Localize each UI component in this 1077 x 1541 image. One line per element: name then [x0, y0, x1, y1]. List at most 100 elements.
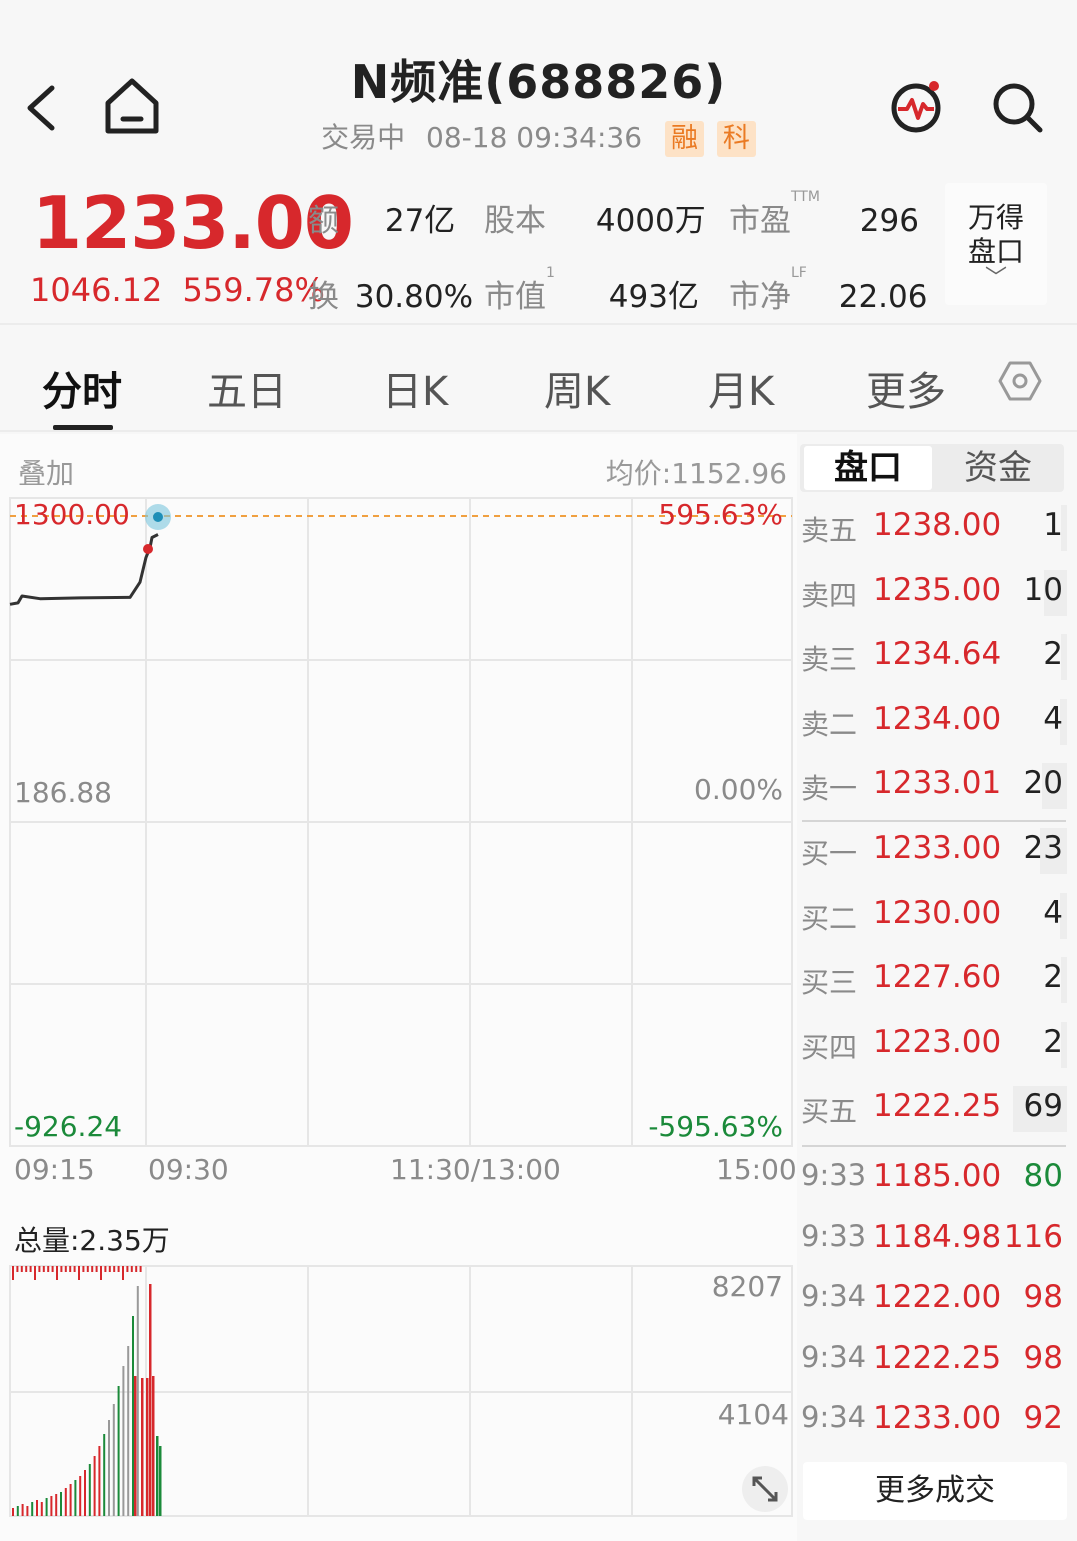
bid-level[interactable]: 买三 1227.60 2 [797, 949, 1073, 1013]
status-datetime: 08-18 09:34:36 [426, 121, 643, 154]
volume-bar [122, 1366, 125, 1516]
margin-tag: 融 [664, 121, 704, 157]
volume-bar [156, 1436, 159, 1516]
time-label-open: 09:30 [148, 1153, 229, 1186]
level-price: 1234.64 [873, 636, 1002, 672]
panel-tab-switch: 盘口 资金 [800, 444, 1064, 492]
volume-bar [84, 1470, 86, 1516]
y-axis-mid-percent: 0.00% [694, 773, 783, 806]
trade-quantity: 80 [1023, 1158, 1063, 1194]
auction-volume-mark [104, 1266, 107, 1272]
avg-price-dot [143, 544, 153, 554]
tab-monthly-k[interactable]: 月K [708, 359, 774, 417]
stat-value: 4000万 [595, 203, 706, 239]
bid-level[interactable]: 买二 1230.00 4 [797, 885, 1073, 949]
volume-bar [132, 1316, 134, 1516]
level-label: 买一 [801, 837, 858, 870]
trade-time: 9:33 [801, 1218, 867, 1253]
change-amount: 1046.12 [30, 271, 163, 309]
wind-orderbook-button[interactable]: 万得 盘口 ﹀ [945, 183, 1047, 305]
auction-volume-mark [108, 1266, 111, 1272]
ask-level[interactable]: 卖一 1233.01 20 [797, 755, 1073, 819]
y-axis-bottom-price: -926.24 [14, 1110, 123, 1143]
volume-bar [108, 1420, 110, 1516]
volume-bar [103, 1434, 106, 1516]
auction-volume-mark [16, 1266, 19, 1272]
stat-value: 493亿 [608, 279, 699, 315]
bid-level[interactable]: 买一 1233.00 23 [797, 820, 1073, 884]
auction-volume-mark [29, 1266, 32, 1272]
auction-volume-mark [95, 1266, 98, 1272]
auction-volume-mark [122, 1266, 124, 1280]
tab-daily-k[interactable]: 日K [382, 359, 448, 417]
overlay-button[interactable]: 叠加 [18, 452, 74, 492]
volume-bar [26, 1506, 29, 1516]
volume-bar [136, 1286, 139, 1516]
volume-bar [134, 1376, 137, 1516]
auction-volume-mark [117, 1266, 120, 1272]
level-quantity: 4 [1043, 700, 1063, 737]
volume-bar [93, 1456, 96, 1516]
auction-volume-mark [69, 1266, 72, 1272]
quote-summary: 1233.00 1046.12 559.78% 额 27亿 股本 4000万 市… [0, 175, 1077, 325]
trade-quantity: 92 [1023, 1400, 1063, 1436]
bid-level[interactable]: 买五 1222.25 69 [797, 1078, 1073, 1142]
wind-label-2: 盘口 [967, 235, 1024, 268]
volume-bar [16, 1506, 19, 1516]
volume-bar [98, 1446, 101, 1516]
fullscreen-button[interactable] [742, 1466, 788, 1512]
trade-row: 9:34 1222.00 98 [797, 1269, 1073, 1329]
chart-period-tabs: 分时 五日 日K 周K 月K 更多 [0, 327, 1077, 432]
volume-bar [50, 1496, 53, 1516]
stat-share-capital: 股本 4000万 [484, 195, 706, 240]
auction-volume-mark [86, 1266, 89, 1272]
volume-bar [79, 1476, 82, 1516]
tab-capital-flow[interactable]: 资金 [934, 444, 1062, 492]
trade-time: 9:34 [801, 1400, 867, 1434]
level-quantity: 23 [1023, 830, 1063, 866]
stat-value: 27亿 [384, 203, 456, 239]
level-price: 1227.60 [873, 959, 1002, 995]
level-quantity: 4 [1043, 894, 1063, 931]
volume-bar [146, 1378, 149, 1516]
volume-bar [55, 1494, 58, 1516]
level-quantity: 20 [1023, 765, 1063, 801]
bid-ask-divider [802, 820, 1066, 822]
volume-bar [127, 1346, 130, 1516]
level-quantity: 1 [1043, 507, 1063, 543]
ask-level[interactable]: 卖二 1234.00 4 [797, 691, 1073, 755]
bid-level[interactable]: 买四 1223.00 2 [797, 1014, 1073, 1078]
ask-level[interactable]: 卖五 1238.00 1 [797, 497, 1073, 561]
ask-level[interactable]: 卖四 1235.00 10 [797, 562, 1073, 626]
level-label: 买四 [801, 1030, 858, 1064]
search-button[interactable] [988, 78, 1048, 138]
auction-volume-mark [25, 1266, 28, 1272]
tab-five-day[interactable]: 五日 [207, 359, 287, 417]
trade-price: 1184.98 [873, 1218, 1002, 1255]
pulse-button[interactable] [888, 76, 948, 136]
tab-more[interactable]: 更多 [866, 359, 946, 417]
more-trades-button[interactable]: 更多成交 [803, 1462, 1067, 1520]
tab-weekly-k[interactable]: 周K [544, 359, 610, 417]
chart-settings-button[interactable] [996, 357, 1044, 405]
trade-price: 1222.00 [873, 1279, 1002, 1315]
auction-volume-mark [38, 1266, 41, 1272]
trade-quantity: 98 [1023, 1279, 1063, 1315]
price-chart[interactable] [0, 434, 797, 1541]
volume-bar [112, 1404, 115, 1516]
average-price-label: 均价:1152.96 [605, 457, 787, 490]
volume-bar [64, 1488, 67, 1516]
volume-bar [69, 1484, 72, 1516]
tab-intraday[interactable]: 分时 [42, 359, 122, 417]
trade-row: 9:34 1233.00 92 [797, 1390, 1073, 1450]
stat-label: 市净LF [729, 265, 807, 315]
ask-level[interactable]: 卖三 1234.64 2 [797, 626, 1073, 690]
pulse-icon [891, 81, 941, 133]
level-price: 1230.00 [873, 894, 1002, 931]
level-price: 1234.00 [873, 700, 1002, 737]
stat-label: 额 [308, 203, 339, 239]
trades-divider [802, 1145, 1066, 1147]
time-label-open-auction: 09:15 [14, 1153, 95, 1186]
volume-bar [36, 1500, 38, 1516]
tab-order-book[interactable]: 盘口 [804, 446, 932, 490]
